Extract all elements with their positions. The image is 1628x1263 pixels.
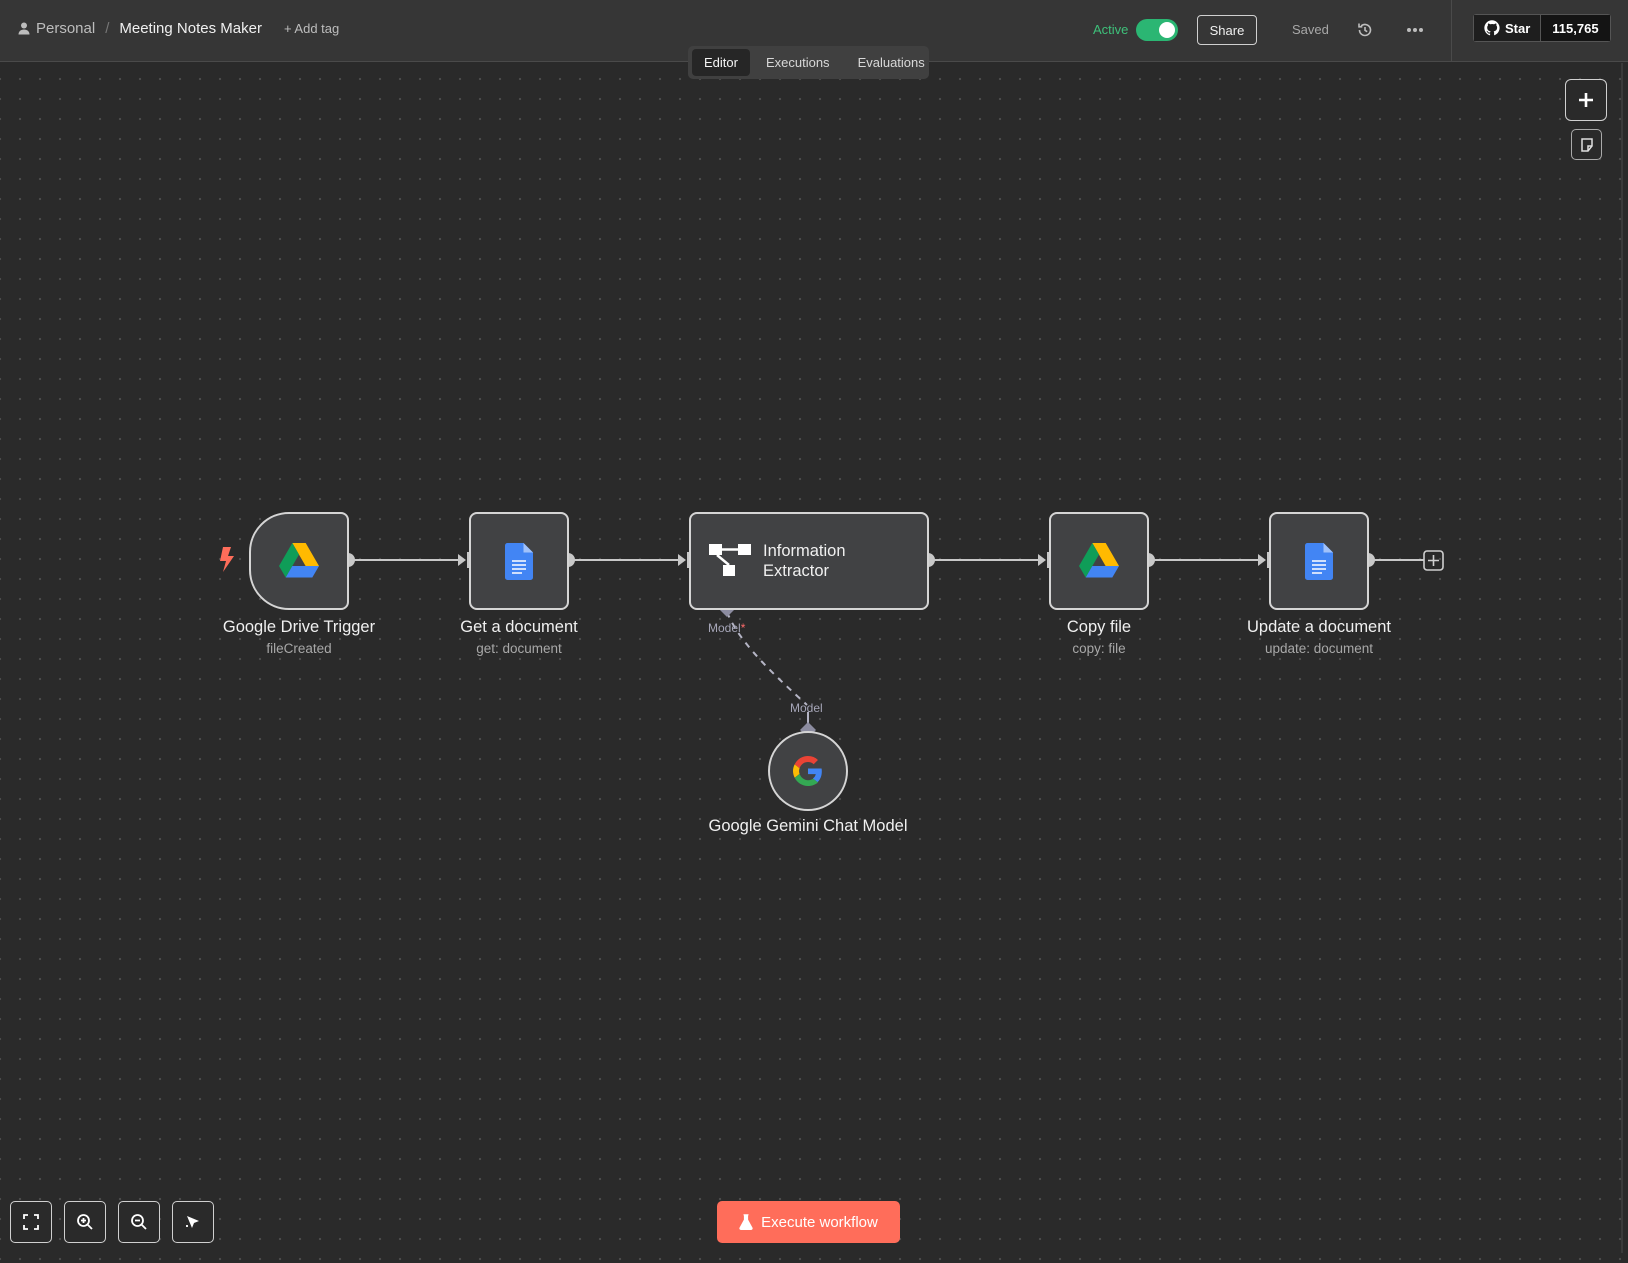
breadcrumb: Personal / Meeting Notes Maker + Add tag <box>18 20 339 37</box>
execute-workflow-button[interactable]: Execute workflow <box>717 1201 900 1243</box>
node-title: Update a document <box>1246 618 1391 636</box>
tab-evaluations[interactable]: Evaluations <box>846 49 937 76</box>
zoom-in-icon <box>77 1214 93 1230</box>
flask-icon <box>739 1214 753 1230</box>
more-options-icon[interactable] <box>1404 20 1426 40</box>
github-icon <box>1484 20 1500 36</box>
saved-status: Saved <box>1292 22 1329 37</box>
node-subtitle: update: document <box>1264 641 1374 656</box>
tidy-up-icon <box>186 1216 199 1228</box>
history-icon[interactable] <box>1355 20 1375 40</box>
fit-view-icon <box>23 1214 39 1230</box>
node-title: Google Drive Trigger <box>222 618 376 636</box>
model-output-label: Model <box>790 701 823 715</box>
tab-executions[interactable]: Executions <box>754 49 842 76</box>
user-icon <box>18 22 30 35</box>
node-subtitle: fileCreated <box>266 641 332 656</box>
model-input-label-text: Model <box>708 621 741 635</box>
node-google-drive-trigger[interactable] <box>249 512 349 610</box>
node-title: Information Extractor <box>763 542 846 580</box>
zoom-to-fit-button[interactable] <box>10 1201 52 1243</box>
add-node-button[interactable] <box>1565 79 1607 121</box>
tidy-up-button[interactable] <box>172 1201 214 1243</box>
node-title: Get a document <box>460 618 578 636</box>
share-button[interactable]: Share <box>1197 15 1257 45</box>
add-tag-button[interactable]: + Add tag <box>284 21 339 36</box>
github-star: Star <box>1473 14 1542 42</box>
github-star-label: Star <box>1505 20 1531 36</box>
tab-editor[interactable]: Editor <box>692 49 750 76</box>
github-star-button[interactable]: Star 115,765 <box>1473 14 1611 42</box>
breadcrumb-project[interactable]: Personal <box>18 20 95 37</box>
required-mark: * <box>740 621 746 635</box>
toggle-knob <box>1159 22 1175 38</box>
header-divider <box>1451 0 1452 62</box>
breadcrumb-separator: / <box>105 20 110 37</box>
node-google-gemini-chat-model[interactable] <box>768 731 848 811</box>
workflow-canvas[interactable] <box>0 63 1628 1263</box>
google-drive-icon <box>1079 543 1119 578</box>
execute-workflow-label: Execute workflow <box>761 1213 878 1231</box>
view-tabs: Editor Executions Evaluations <box>688 46 929 79</box>
information-extractor-icon <box>709 544 751 576</box>
node-subtitle: get: document <box>476 641 562 656</box>
google-docs-icon <box>505 542 533 580</box>
model-input-label: Model* <box>708 621 745 635</box>
zoom-out-button[interactable] <box>118 1201 160 1243</box>
plus-icon <box>1579 93 1593 107</box>
google-icon <box>793 756 822 786</box>
github-star-count: 115,765 <box>1541 14 1611 42</box>
node-title: Google Gemini Chat Model <box>708 817 908 835</box>
node-get-a-document[interactable] <box>469 512 569 610</box>
node-copy-file[interactable] <box>1049 512 1149 610</box>
node-update-a-document[interactable] <box>1269 512 1369 610</box>
sticky-note-icon <box>1580 137 1593 152</box>
active-toggle[interactable] <box>1136 19 1178 41</box>
node-subtitle: copy: file <box>1072 641 1126 656</box>
zoom-in-button[interactable] <box>64 1201 106 1243</box>
google-drive-icon <box>279 543 319 578</box>
add-sticky-note-button[interactable] <box>1571 129 1602 160</box>
canvas-scrollbar[interactable] <box>1621 63 1623 1253</box>
google-docs-icon <box>1305 542 1333 580</box>
breadcrumb-project-label: Personal <box>36 20 96 37</box>
zoom-out-icon <box>131 1214 147 1230</box>
node-title: Copy file <box>1066 618 1132 636</box>
active-label: Active <box>1093 22 1129 37</box>
workflow-name[interactable]: Meeting Notes Maker <box>119 20 262 37</box>
